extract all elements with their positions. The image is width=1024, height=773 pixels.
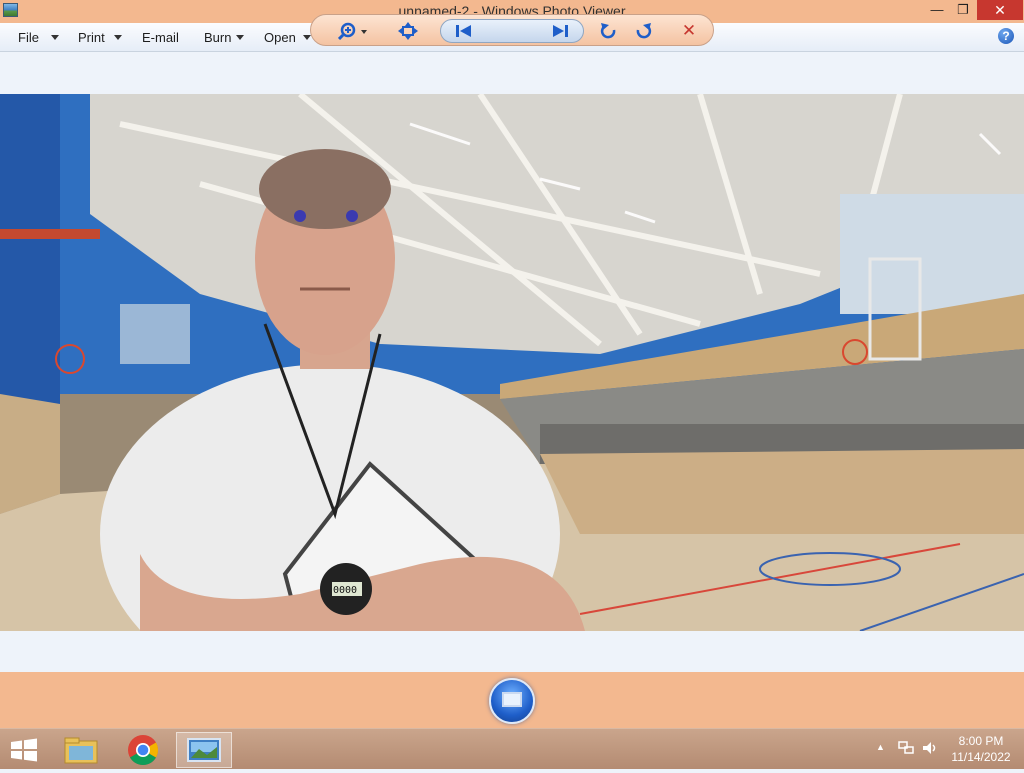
windows-logo-icon xyxy=(11,738,37,762)
stopwatch-display: 0000 xyxy=(333,585,358,596)
close-window-button[interactable]: ✕ xyxy=(977,0,1023,20)
rotate-counterclockwise-button[interactable] xyxy=(598,22,620,40)
previous-button[interactable] xyxy=(453,22,475,40)
network-icon[interactable] xyxy=(898,741,914,755)
actual-size-icon xyxy=(398,22,418,40)
actual-size-button[interactable] xyxy=(397,22,419,40)
rotate-clockwise-button[interactable] xyxy=(632,22,654,40)
gym-coach-image xyxy=(0,94,1024,631)
volume-icon[interactable] xyxy=(922,741,938,755)
rotate-counterclockwise-icon xyxy=(600,23,616,39)
next-button[interactable] xyxy=(549,22,571,40)
help-icon[interactable]: ? xyxy=(998,28,1014,44)
clock-time[interactable]: 8:00 PM xyxy=(941,734,1021,748)
menu-email[interactable]: E-mail xyxy=(142,30,179,45)
zoom-icon xyxy=(337,22,367,41)
open-dropdown-icon[interactable] xyxy=(303,35,311,40)
menu-open[interactable]: Open xyxy=(264,30,296,45)
displayed-photo: 0000 xyxy=(0,94,1024,631)
clock-date[interactable]: 11/14/2022 xyxy=(941,750,1021,764)
start-button[interactable] xyxy=(10,738,38,762)
maximize-button[interactable]: ❐ xyxy=(952,0,974,20)
previous-icon xyxy=(456,25,471,37)
menu-print[interactable]: Print xyxy=(78,30,105,45)
print-dropdown-icon[interactable] xyxy=(114,35,122,40)
taskbar-file-explorer[interactable] xyxy=(53,732,109,768)
zoom-button[interactable] xyxy=(337,22,368,41)
rotate-clockwise-icon xyxy=(636,23,652,39)
minimize-button[interactable]: — xyxy=(922,0,952,20)
next-icon xyxy=(553,25,568,37)
photo-viewer-icon xyxy=(187,738,221,762)
slideshow-button[interactable] xyxy=(489,678,535,724)
burn-dropdown-icon[interactable] xyxy=(236,35,244,40)
slideshow-icon xyxy=(502,692,522,707)
delete-button[interactable]: ✕ xyxy=(678,22,700,40)
taskbar: ▲ 8:00 PM 11/14/2022 xyxy=(0,728,1024,769)
menu-file[interactable]: File xyxy=(18,30,39,45)
taskbar-photo-viewer[interactable] xyxy=(176,732,232,768)
file-dropdown-icon[interactable] xyxy=(51,35,59,40)
folder-icon xyxy=(64,737,98,764)
show-hidden-icons-icon[interactable]: ▲ xyxy=(876,742,885,752)
chrome-icon xyxy=(128,735,159,766)
menu-burn[interactable]: Burn xyxy=(204,30,231,45)
taskbar-chrome[interactable] xyxy=(115,732,171,768)
